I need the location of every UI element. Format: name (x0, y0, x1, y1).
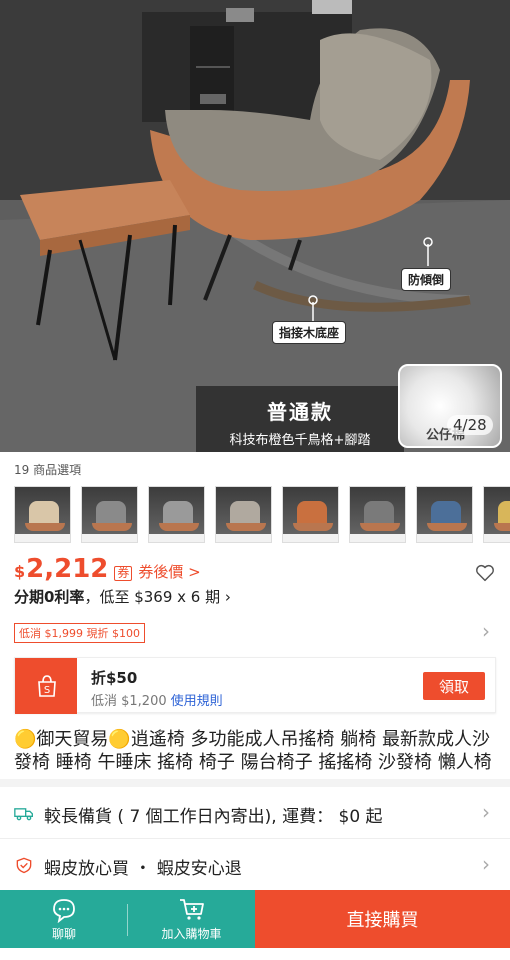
after-coupon-price-link[interactable]: 券後價 > (138, 561, 200, 582)
guarantee-text: 蝦皮放心買 ・ 蝦皮安心退 (44, 859, 242, 879)
chat-label: 聊聊 (51, 927, 76, 941)
svg-text:S: S (44, 685, 50, 696)
shipping-row[interactable]: 較長備貨 ( 7 個工作日內寄出), 運費： $0 起 › (0, 787, 510, 839)
shipping-chevron-icon: › (482, 800, 490, 824)
variant-thumbnail-strip[interactable] (14, 486, 510, 544)
variant-thumbnail[interactable] (81, 486, 138, 543)
variant-thumbnail[interactable] (483, 486, 510, 543)
price-currency: $ (14, 562, 26, 581)
variant-banner: 普通款 科技布橙色千鳥格+腳踏 (196, 386, 404, 452)
home-indicator-area (0, 948, 510, 960)
callout-anti-tip: 防傾倒 (401, 268, 452, 291)
variant-count: 19 商品選項 (14, 463, 82, 477)
voucher-card: S 折$50 低消 $1,200 使用規則 領取 (10, 657, 496, 714)
voucher-condition: 低消 $1,200 使用規則 (91, 690, 223, 709)
product-title: 🟡御天貿易🟡逍遙椅 多功能成人吊搖椅 躺椅 最新款成人沙發椅 睡椅 午睡床 搖椅… (14, 729, 492, 773)
voucher-rules-link[interactable]: 使用規則 (171, 694, 223, 709)
chat-bubble-icon (53, 899, 75, 923)
bottom-action-bar: 聊聊 加入購物車 直接購買 (0, 890, 510, 948)
heart-icon[interactable] (474, 562, 496, 584)
filling-thumbnail[interactable]: 公仔棉 (398, 364, 502, 448)
callout-wood-base: 指接木底座 (272, 321, 347, 344)
shield-icon (16, 857, 32, 874)
variant-thumbnail[interactable] (416, 486, 473, 543)
variant-thumbnail[interactable] (349, 486, 406, 543)
shopping-bag-icon: S (38, 675, 56, 697)
product-image-carousel[interactable]: 防傾倒 指接木底座 普通款 科技布橙色千鳥格+腳踏 公仔棉 4/28 (0, 0, 510, 452)
variant-name: 普通款 (267, 400, 333, 424)
coupon-icon: 券 (114, 566, 133, 581)
guarantee-chevron-icon: › (482, 852, 490, 876)
voucher-badge: S (10, 658, 77, 714)
variant-description: 科技布橙色千鳥格+腳踏 (229, 433, 371, 448)
buy-now-button[interactable]: 直接購買 (255, 890, 510, 948)
variant-thumbnail[interactable] (14, 486, 71, 543)
chat-button[interactable]: 聊聊 (0, 890, 128, 948)
voucher-min-spend: 低消 $1,200 (91, 694, 167, 709)
add-to-cart-label: 加入購物車 (161, 927, 222, 941)
shop-discount-tag: 低消 $1,999 現折 $100 (14, 623, 145, 643)
discount-chevron-icon[interactable]: › (482, 619, 490, 643)
truck-icon (14, 808, 33, 821)
cart-plus-icon (179, 899, 204, 920)
claim-voucher-button[interactable]: 領取 (423, 672, 485, 700)
variant-thumbnail[interactable] (215, 486, 272, 543)
price-row: $ 2,212 券 券後價 > (14, 554, 201, 584)
installment-info[interactable]: 分期0利率，低至 $369 x 6 期 › (14, 586, 231, 607)
variant-thumbnail[interactable] (282, 486, 339, 543)
price-value: 2,212 (26, 554, 109, 584)
installment-highlight: 分期0利率 (14, 588, 85, 606)
shipping-text: 較長備貨 ( 7 個工作日內寄出), 運費： $0 起 (44, 807, 383, 827)
image-page-counter: 4/28 (447, 415, 493, 435)
guarantee-row[interactable]: 蝦皮放心買 ・ 蝦皮安心退 › (0, 839, 510, 891)
installment-detail: ，低至 $369 x 6 期 › (84, 588, 231, 606)
voucher-title: 折$50 (91, 669, 138, 687)
variant-thumbnail[interactable] (148, 486, 205, 543)
add-to-cart-button[interactable]: 加入購物車 (128, 890, 255, 948)
section-separator (0, 779, 510, 787)
